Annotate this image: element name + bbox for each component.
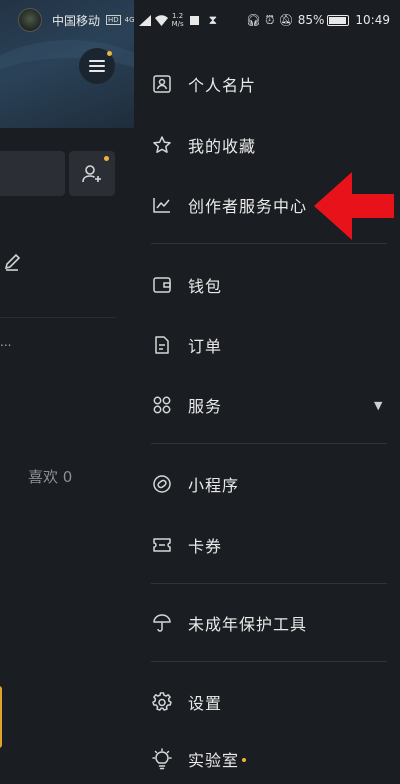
coupon-ticket-icon [151, 534, 173, 556]
menu-item-label: 小程序 [188, 476, 240, 495]
hd-indicator: HD [106, 15, 121, 25]
menu-item-label: 卡券 [188, 537, 223, 556]
menu-item-label: 设置 [188, 694, 223, 713]
menu-item-label: 服务 [188, 397, 223, 416]
side-drawer-menu: 个人名片 我的收藏 创作者服务中心 钱包 订单 服务 ▼ 小程序 卡券 未成年保… [134, 0, 400, 784]
menu-item-wallet[interactable]: 钱包 [134, 260, 400, 310]
signal-icon [138, 14, 151, 26]
menu-item-lab[interactable]: 实验室 [134, 734, 400, 784]
edit-profile-button[interactable] [0, 151, 65, 196]
add-friend-button[interactable] [69, 151, 115, 196]
menu-item-label: 个人名片 [188, 76, 257, 95]
hamburger-menu-button[interactable] [79, 48, 115, 84]
gear-icon [151, 691, 173, 713]
likes-tab[interactable]: 喜欢 0 [28, 466, 72, 487]
floating-tab[interactable] [0, 686, 2, 748]
battery-percentage: 85% [297, 13, 325, 27]
menu-item-label: 实验室 [188, 747, 247, 771]
menu-item-business-card[interactable]: 个人名片 [134, 59, 400, 109]
caret-down-icon[interactable]: ▼ [374, 399, 382, 412]
wallet-icon [151, 274, 173, 296]
grid-services-icon [151, 394, 173, 416]
add-user-icon [82, 164, 101, 182]
divider [0, 317, 116, 318]
background-profile-page: ... 喜欢 0 [0, 0, 134, 784]
status-bar: 中国移动 HD 4G 1.2 M/s ⧗ 🎧︎ ⏰︎ 🔕︎ 85% 10:49 [0, 0, 400, 40]
wifi-icon [154, 14, 168, 26]
line-chart-icon [151, 194, 173, 216]
menu-item-label: 钱包 [188, 277, 223, 296]
menu-item-coupons[interactable]: 卡券 [134, 520, 400, 570]
headphones-icon: 🎧︎ [245, 13, 262, 27]
menu-item-orders[interactable]: 订单 [134, 320, 400, 370]
menu-item-label: 创作者服务中心 [188, 197, 308, 216]
network-type: 4G [124, 16, 135, 24]
red-annotation-arrow [314, 172, 394, 240]
notification-dot [104, 156, 109, 161]
app-notification-avatar-icon [18, 8, 42, 32]
divider [151, 661, 387, 662]
network-speed-value: 1.2 [172, 12, 184, 20]
divider [151, 443, 387, 444]
divider [151, 243, 387, 244]
battery-icon [327, 14, 350, 26]
menu-item-label: 订单 [188, 337, 223, 356]
id-card-icon [151, 73, 173, 95]
new-badge-dot [242, 757, 247, 762]
order-document-icon [151, 334, 173, 356]
hourglass-icon: ⧗ [208, 12, 218, 27]
lightbulb-icon [151, 748, 173, 770]
star-icon [151, 134, 173, 156]
divider [151, 583, 387, 584]
umbrella-icon [151, 612, 173, 634]
menu-item-minor-protection[interactable]: 未成年保护工具 [134, 598, 400, 648]
mini-program-link-icon [151, 473, 173, 495]
menu-item-mini-programs[interactable]: 小程序 [134, 459, 400, 509]
menu-item-services[interactable]: 服务 ▼ [134, 380, 400, 430]
truncated-text: ... [0, 335, 12, 349]
menu-item-favorites[interactable]: 我的收藏 [134, 120, 400, 170]
alarm-clock-icon: ⏰︎ [265, 12, 275, 27]
network-speed-unit: M/s [171, 20, 184, 28]
clock-time: 10:49 [355, 13, 390, 27]
notification-dot [107, 51, 112, 56]
hamburger-icon [89, 60, 105, 72]
pencil-icon[interactable] [2, 252, 22, 272]
menu-item-label: 我的收藏 [188, 137, 257, 156]
menu-item-settings[interactable]: 设置 [134, 677, 400, 727]
carrier-name: 中国移动 [52, 13, 101, 28]
mute-bell-icon: 🔕︎ [278, 13, 294, 27]
stop-square-icon [189, 15, 199, 25]
menu-item-label: 未成年保护工具 [188, 615, 308, 634]
